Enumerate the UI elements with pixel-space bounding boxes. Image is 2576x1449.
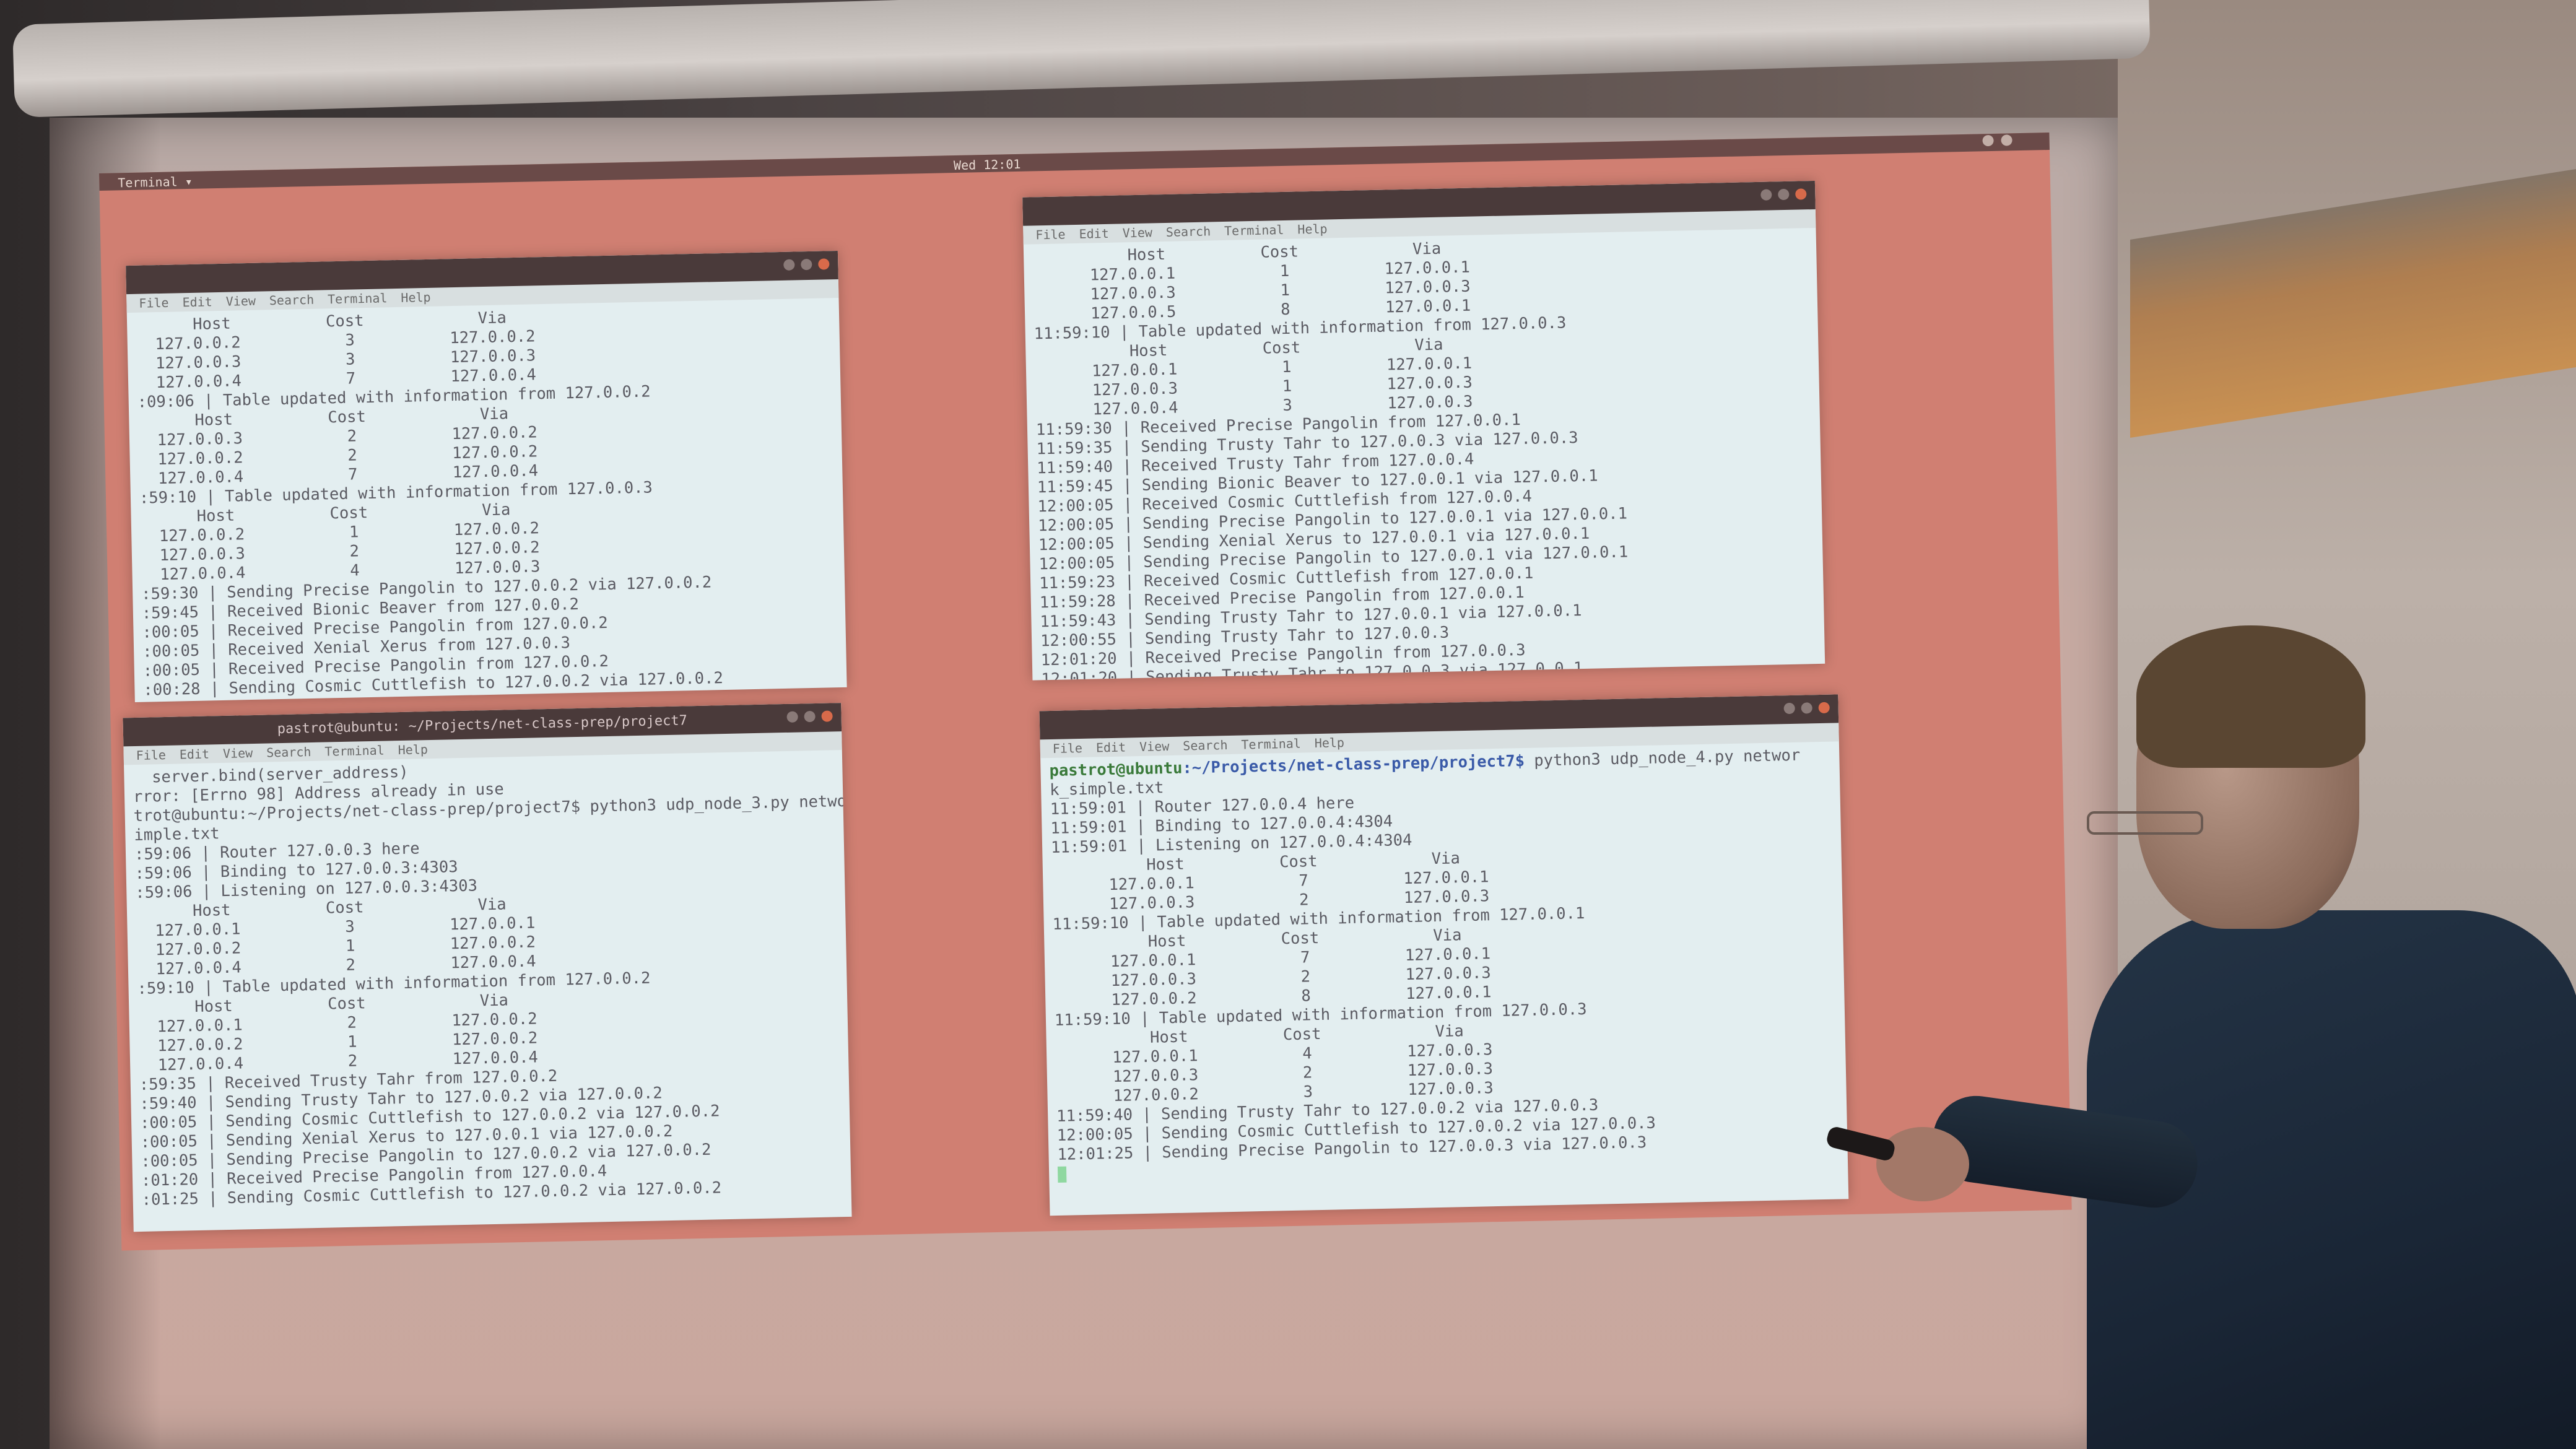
- menu-terminal[interactable]: Terminal: [1224, 222, 1284, 238]
- close-icon[interactable]: [1818, 702, 1830, 714]
- terminal-window-top-left[interactable]: File Edit View Search Terminal Help Host…: [126, 251, 847, 702]
- window-controls[interactable]: [783, 258, 830, 271]
- terminal-output[interactable]: Host Cost Via 127.0.0.1 1 127.0.0.1 127.…: [1024, 228, 1825, 681]
- menu-file[interactable]: File: [139, 295, 169, 311]
- power-icon: [2001, 134, 2012, 146]
- prompt-path: :~/Projects/net-class-prep/project7$: [1182, 752, 1525, 778]
- menu-search[interactable]: Search: [269, 292, 315, 308]
- menu-help[interactable]: Help: [398, 742, 428, 757]
- menu-edit[interactable]: Edit: [1079, 226, 1109, 242]
- status-area[interactable]: [1982, 134, 2012, 147]
- terminal-title: pastrot@ubuntu: ~/Projects/net-class-pre…: [277, 712, 688, 737]
- terminal-window-bottom-right[interactable]: File Edit View Search Terminal Help past…: [1039, 694, 1849, 1216]
- projector-screen-housing: [12, 0, 2151, 118]
- menu-terminal[interactable]: Terminal: [328, 290, 388, 307]
- menu-terminal[interactable]: Terminal: [1241, 736, 1301, 752]
- menu-search[interactable]: Search: [266, 744, 311, 760]
- terminal-lines: k_simple.txt 11:59:01 | Router 127.0.0.4…: [1049, 778, 1656, 1164]
- presenter-hand: [1876, 1127, 1969, 1201]
- menu-help[interactable]: Help: [1315, 735, 1345, 751]
- minimize-icon[interactable]: [1783, 702, 1795, 715]
- terminal-window-top-right[interactable]: File Edit View Search Terminal Help Host…: [1022, 180, 1825, 681]
- presenter-hair: [2136, 625, 2365, 768]
- maximize-icon[interactable]: [1778, 188, 1790, 201]
- menu-help[interactable]: Help: [401, 290, 431, 305]
- close-icon[interactable]: [818, 258, 830, 270]
- menu-search[interactable]: Search: [1166, 224, 1211, 240]
- menu-search[interactable]: Search: [1183, 738, 1228, 754]
- prompt-command: python3 udp_node_4.py networ: [1524, 746, 1801, 770]
- terminal-output[interactable]: pastrot@ubuntu:~/Projects/net-class-prep…: [1040, 741, 1848, 1188]
- volume-icon: [1982, 134, 1994, 147]
- menu-edit[interactable]: Edit: [180, 746, 210, 762]
- presenter-glasses: [2087, 811, 2203, 835]
- window-controls[interactable]: [786, 710, 833, 723]
- menu-edit[interactable]: Edit: [1096, 739, 1126, 755]
- menu-file[interactable]: File: [1035, 227, 1066, 242]
- close-icon[interactable]: [1795, 188, 1807, 200]
- maximize-icon[interactable]: [801, 258, 812, 271]
- menu-file[interactable]: File: [1053, 741, 1083, 756]
- minimize-icon[interactable]: [786, 711, 798, 723]
- lecture-room-scene: Terminal ▾ Wed 12:01 File Edit View Sear…: [0, 0, 2576, 1449]
- minimize-icon[interactable]: [1760, 189, 1772, 201]
- window-controls[interactable]: [1783, 702, 1830, 715]
- activities-menu[interactable]: Terminal ▾: [118, 174, 193, 191]
- maximize-icon[interactable]: [1801, 702, 1812, 714]
- menu-view[interactable]: View: [1122, 225, 1152, 240]
- menu-terminal[interactable]: Terminal: [324, 743, 385, 759]
- menu-view[interactable]: View: [225, 294, 256, 309]
- menu-view[interactable]: View: [1139, 739, 1170, 754]
- text-cursor: [1057, 1166, 1067, 1183]
- terminal-output[interactable]: Host Cost Via 127.0.0.2 3 127.0.0.2 127.…: [127, 298, 847, 702]
- clock[interactable]: Wed 12:01: [954, 157, 1021, 173]
- terminal-output[interactable]: server.bind(server_address) rror: [Errno…: [124, 750, 852, 1214]
- close-icon[interactable]: [821, 710, 833, 722]
- menu-view[interactable]: View: [223, 746, 253, 761]
- projected-desktop: Terminal ▾ Wed 12:01 File Edit View Sear…: [99, 133, 2072, 1251]
- menu-edit[interactable]: Edit: [182, 294, 212, 310]
- minimize-icon[interactable]: [783, 259, 795, 271]
- window-controls[interactable]: [1760, 188, 1807, 201]
- prompt-user: pastrot@ubuntu: [1049, 759, 1183, 781]
- presenter: [1825, 613, 2576, 1449]
- terminal-window-bottom-left[interactable]: pastrot@ubuntu: ~/Projects/net-class-pre…: [123, 703, 852, 1232]
- menu-file[interactable]: File: [136, 747, 166, 763]
- menu-help[interactable]: Help: [1297, 221, 1328, 237]
- maximize-icon[interactable]: [804, 710, 816, 723]
